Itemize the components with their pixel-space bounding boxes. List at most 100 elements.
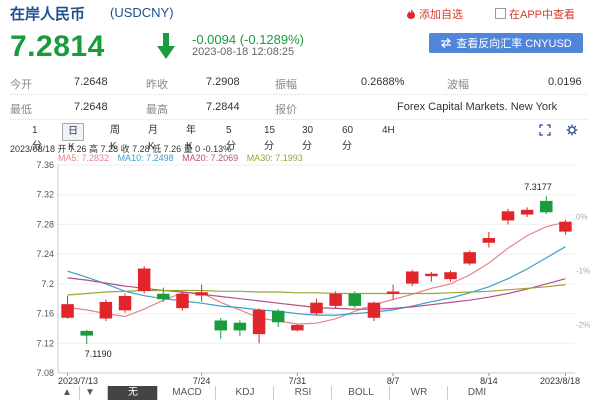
candle-body bbox=[405, 271, 419, 284]
indicator-dmi[interactable]: DMI bbox=[447, 386, 506, 400]
tab-4h[interactable]: 4H bbox=[382, 123, 395, 139]
reverse-rate-button[interactable]: 查看反向汇率 CNYUSD bbox=[429, 33, 583, 53]
stats-row: 今开 7.2648 昨收 7.2908 振幅 0.2688% 波幅 0.0196 bbox=[10, 70, 588, 95]
open-value: 7.2648 bbox=[74, 76, 108, 88]
y-tick-label: 7.24 bbox=[36, 249, 54, 259]
tab-1min[interactable]: 1分 bbox=[32, 123, 42, 152]
fullscreen-icon[interactable] bbox=[539, 124, 551, 139]
low-annotation: 7.1190 bbox=[85, 349, 112, 359]
range-value: 0.0196 bbox=[548, 76, 582, 88]
tab-30min[interactable]: 30分 bbox=[302, 123, 313, 152]
candle-body bbox=[195, 292, 208, 296]
tab-60min[interactable]: 60分 bbox=[342, 123, 353, 152]
tab-15min[interactable]: 15分 bbox=[264, 123, 275, 152]
current-price: 7.2814 bbox=[10, 30, 105, 63]
candle-body bbox=[137, 268, 151, 292]
tab-yearly[interactable]: 年K bbox=[186, 123, 196, 152]
y-tick-label: 7.12 bbox=[36, 338, 54, 348]
add-favorite-label: 添加自选 bbox=[419, 9, 463, 21]
x-tick-label: 2023/8/18 bbox=[540, 376, 580, 386]
x-tick-label: 7/31 bbox=[289, 376, 307, 386]
candle-body bbox=[444, 272, 457, 280]
quote-source-value: Forex Capital Markets. New York bbox=[397, 101, 558, 113]
amplitude-label: 振幅 bbox=[275, 79, 297, 91]
x-tick-label: 8/7 bbox=[387, 376, 400, 386]
add-favorite-button[interactable]: 添加自选 bbox=[406, 6, 463, 22]
low-value: 7.2648 bbox=[74, 101, 108, 113]
reverse-rate-label: 查看反向汇率 CNYUSD bbox=[456, 38, 572, 50]
scroll-down-button[interactable]: ▼ bbox=[79, 386, 100, 400]
candle-body bbox=[118, 295, 132, 311]
candle-body bbox=[61, 304, 74, 318]
prev-close-value: 7.2908 bbox=[206, 76, 240, 88]
stats-row: 最低 7.2648 最高 7.2844 报价 Forex Capital Mar… bbox=[10, 95, 588, 120]
y-tick-label: 7.16 bbox=[36, 309, 54, 319]
symbol-code: (USDCNY) bbox=[110, 5, 174, 20]
pct-tick-label: -2% bbox=[576, 321, 590, 330]
indicator-kdj[interactable]: KDJ bbox=[215, 386, 274, 400]
candle-body bbox=[329, 293, 342, 306]
indicator-none[interactable]: 无 bbox=[107, 386, 158, 400]
candle-body bbox=[463, 252, 476, 264]
candle-body bbox=[348, 293, 362, 306]
indicator-macd[interactable]: MACD bbox=[157, 386, 216, 400]
candle-body bbox=[482, 238, 496, 243]
candle-body bbox=[271, 310, 285, 323]
pct-tick-label: 0% bbox=[576, 212, 588, 221]
tab-monthly[interactable]: 月K bbox=[148, 123, 158, 152]
y-tick-label: 7.36 bbox=[36, 160, 54, 170]
stats-table: 今开 7.2648 昨收 7.2908 振幅 0.2688% 波幅 0.0196… bbox=[10, 70, 588, 120]
candle-body bbox=[80, 330, 93, 336]
y-tick-label: 7.32 bbox=[36, 190, 54, 200]
candle-body bbox=[214, 320, 228, 331]
quote-header: 在岸人民币 (USDCNY) 添加自选 在APP中查看 bbox=[0, 0, 600, 24]
arrow-down-icon bbox=[157, 33, 175, 59]
price-change: -0.0094 (-0.1289%) bbox=[192, 32, 305, 47]
candle-body bbox=[157, 293, 170, 300]
y-tick-label: 7.28 bbox=[36, 219, 54, 229]
quote-timestamp: 2023-08-18 12:08:25 bbox=[192, 46, 295, 58]
amplitude-value: 0.2688% bbox=[361, 76, 405, 88]
x-tick-label: 8/14 bbox=[480, 376, 498, 386]
candle-body bbox=[367, 302, 381, 318]
pct-tick-label: -1% bbox=[576, 267, 590, 276]
candle-body bbox=[233, 322, 247, 331]
candle-body bbox=[425, 273, 438, 277]
y-tick-label: 7.08 bbox=[36, 368, 54, 378]
high-label: 最高 bbox=[146, 104, 168, 116]
candle-body bbox=[176, 293, 189, 309]
app-view-label: 在APP中查看 bbox=[509, 9, 576, 21]
candle-body bbox=[520, 209, 534, 215]
tab-daily[interactable]: 日K bbox=[62, 123, 84, 153]
tab-weekly[interactable]: 周K bbox=[110, 123, 120, 152]
kline-chart[interactable]: 7.36 7.32 7.28 7.24 7.2 7.16 7.12 7.08 0% -1% -2% 7… bbox=[0, 160, 600, 386]
candle-body bbox=[291, 324, 304, 331]
tab-5min[interactable]: 5分 bbox=[226, 123, 236, 152]
candle-body bbox=[386, 291, 400, 295]
low-label: 最低 bbox=[10, 104, 32, 116]
quote-source-label: 报价 bbox=[275, 104, 297, 116]
range-label: 波幅 bbox=[447, 79, 469, 91]
candle-body bbox=[501, 211, 515, 221]
x-tick-label: 7/24 bbox=[193, 376, 211, 386]
settings-icon[interactable] bbox=[566, 124, 578, 139]
y-tick-label: 7.2 bbox=[41, 279, 54, 289]
x-tick-label: 2023/7/13 bbox=[58, 376, 98, 386]
candle-body bbox=[559, 221, 572, 232]
indicator-wr[interactable]: WR bbox=[389, 386, 448, 400]
high-value: 7.2844 bbox=[206, 101, 240, 113]
open-label: 今开 bbox=[10, 79, 32, 91]
indicator-boll[interactable]: BOLL bbox=[331, 386, 390, 400]
swap-icon bbox=[441, 38, 452, 48]
checkbox-icon bbox=[495, 8, 506, 19]
flame-icon bbox=[407, 9, 415, 19]
prev-close-label: 昨收 bbox=[146, 79, 168, 91]
app-view-link[interactable]: 在APP中查看 bbox=[495, 6, 575, 22]
scroll-up-button[interactable]: ▲ bbox=[57, 386, 77, 400]
high-annotation: 7.3177 bbox=[524, 182, 552, 192]
candle-body bbox=[252, 310, 266, 335]
candle-body bbox=[99, 301, 113, 319]
candle-body bbox=[310, 302, 323, 314]
indicator-rsi[interactable]: RSI bbox=[273, 386, 332, 400]
page-title: 在岸人民币 bbox=[10, 6, 86, 23]
